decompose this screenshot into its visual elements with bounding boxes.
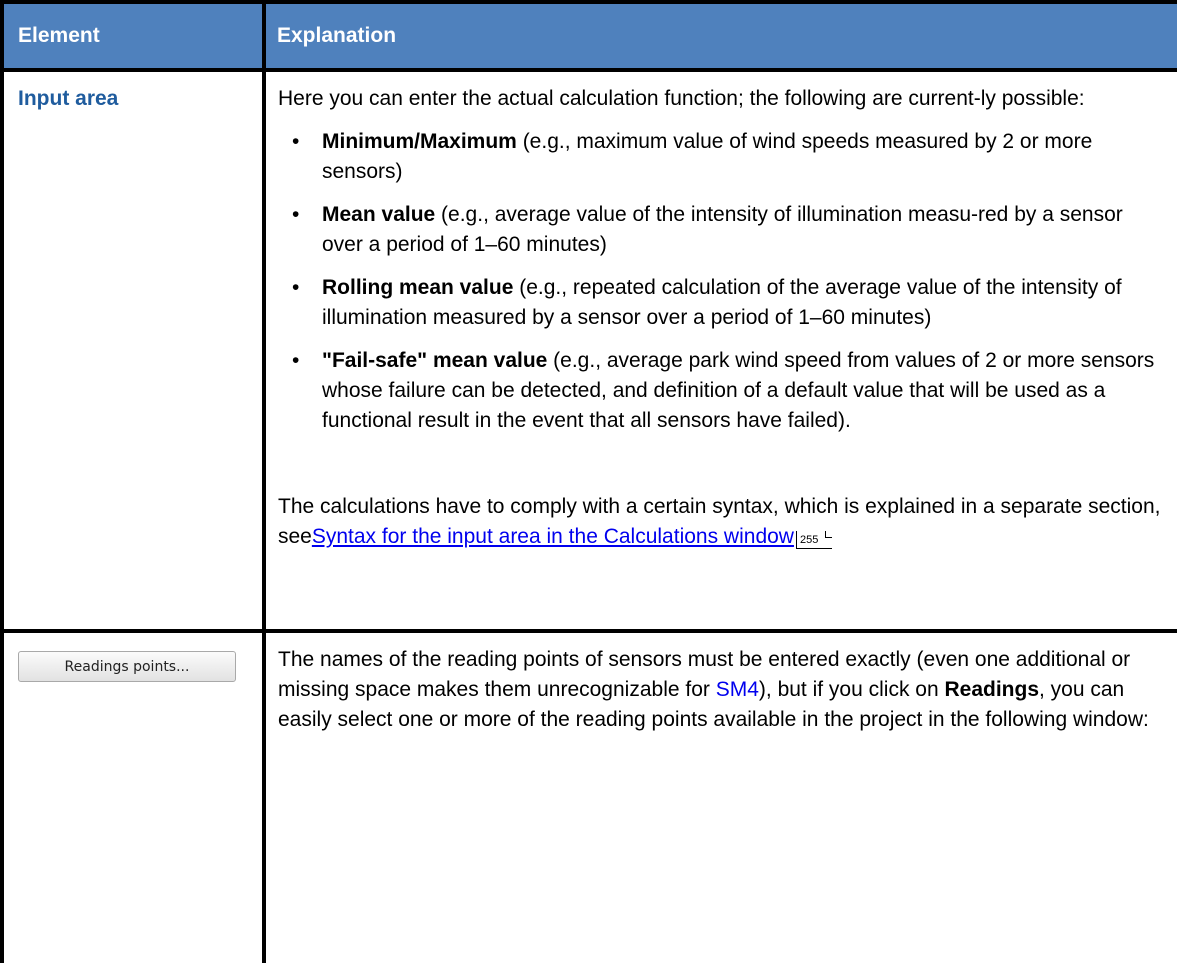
list-item-title: "Fail-safe" mean value [322,349,548,372]
list-item: • Mean value (e.g., average value of the … [278,200,1161,260]
header-element: Element [0,0,266,72]
explanation-cell: The names of the reading points of senso… [262,631,1177,963]
bullet-icon: • [292,130,300,153]
list-item-title: Minimum/Maximum [322,130,517,153]
list-item: • Minimum/Maximum (e.g., maximum value of… [278,127,1161,187]
bullet-icon: • [292,349,300,372]
sm4-link[interactable]: SM4 [716,678,759,701]
list-item: • Rolling mean value (e.g., repeated calc… [278,273,1161,333]
header-explanation: Explanation [262,0,1177,72]
list-item-title: Rolling mean value [322,276,514,299]
element-name-input-area: Input area [18,87,119,110]
calculation-list: • Minimum/Maximum (e.g., maximum value of… [278,127,1161,436]
intro-text: Here you can enter the actual calculatio… [278,87,1085,110]
table-row: Input area Here you can enter the actual… [0,70,1177,633]
readings-text-2: ), but if you click on [758,678,945,701]
readings-paragraph: The names of the reading points of senso… [278,645,1161,735]
explanation-cell: Here you can enter the actual calculatio… [262,70,1177,633]
page-reference-icon[interactable]: 255 [795,531,833,549]
list-item-text: (e.g., average value of the intensity of… [322,203,1123,256]
table-row: Readings points... The names of the read… [0,631,1177,963]
list-item-title: Mean value [322,203,436,226]
bullet-icon: • [292,203,300,226]
readings-bold-word: Readings [944,678,1040,701]
syntax-paragraph: The calculations have to comply with a c… [278,492,1161,552]
syntax-link[interactable]: Syntax for the input area in the Calcula… [312,525,794,548]
readings-points-button[interactable]: Readings points... [18,651,236,682]
element-cell: Readings points... [0,631,266,963]
list-item: • "Fail-safe" mean value (e.g., average p… [278,346,1161,436]
element-explanation-table: Element Explanation Input area Here you … [0,0,1177,963]
table-header-row: Element Explanation [0,0,1177,72]
element-cell: Input area [0,70,266,633]
bullet-icon: • [292,276,300,299]
